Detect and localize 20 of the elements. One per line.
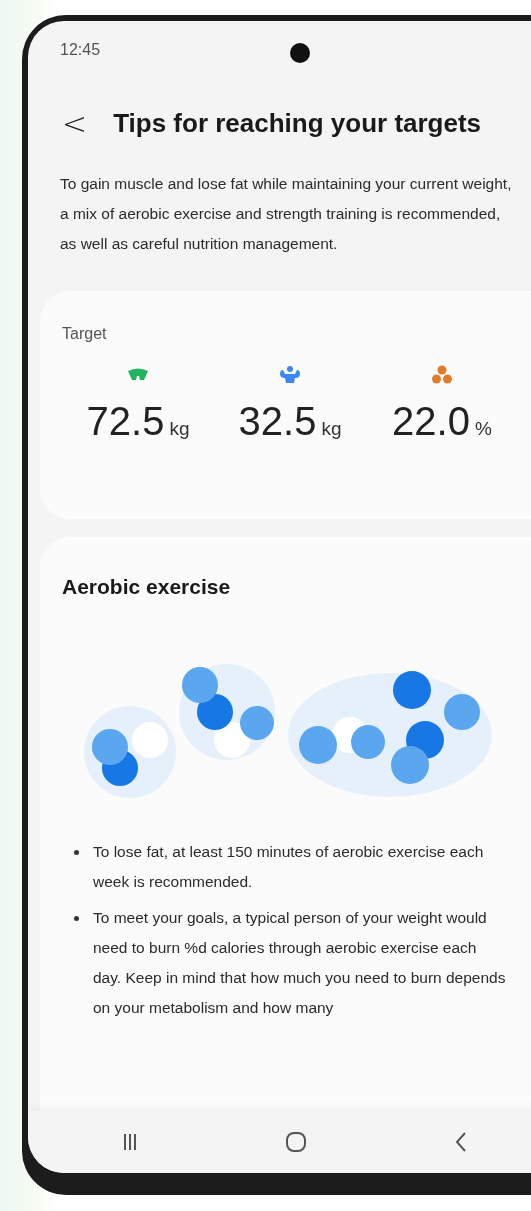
recent-apps-icon[interactable] <box>121 1132 138 1152</box>
section-heading: Aerobic exercise <box>62 575 231 599</box>
back-button[interactable]: < <box>58 105 92 141</box>
metric-value: 22.0 <box>392 399 470 444</box>
metric-value: 32.5 <box>238 399 317 444</box>
metric-unit: kg <box>169 418 190 440</box>
back-icon[interactable] <box>454 1131 469 1153</box>
metric-unit: kg <box>321 418 342 440</box>
home-icon[interactable] <box>285 1131 307 1153</box>
camera-dot-icon <box>290 43 310 63</box>
status-time: 12:45 <box>60 41 101 59</box>
intro-paragraph: To gain muscle and lose fat while maintaining your current weight, a mix of aerobic exercise and strength training is recommended, as well as careful nutrition management. <box>60 174 512 254</box>
metric-unit: % <box>474 418 492 440</box>
metric-value: 72.5 <box>86 399 165 444</box>
bullet-icon <box>74 850 79 855</box>
bullet-text: To lose fat, at least 150 minutes of aerobic exercise each week is recommended. <box>93 842 485 892</box>
page-title: Tips for reaching your targets <box>113 107 482 139</box>
target-label: Target <box>62 325 107 343</box>
bullet-text: To meet your goals, a typical person of your weight would need to burn %d calories through aerobic exercise each day. Keep in mind that how much you need to burn depends on your metabolism and how many <box>93 908 507 1018</box>
bullet-icon <box>74 916 79 921</box>
